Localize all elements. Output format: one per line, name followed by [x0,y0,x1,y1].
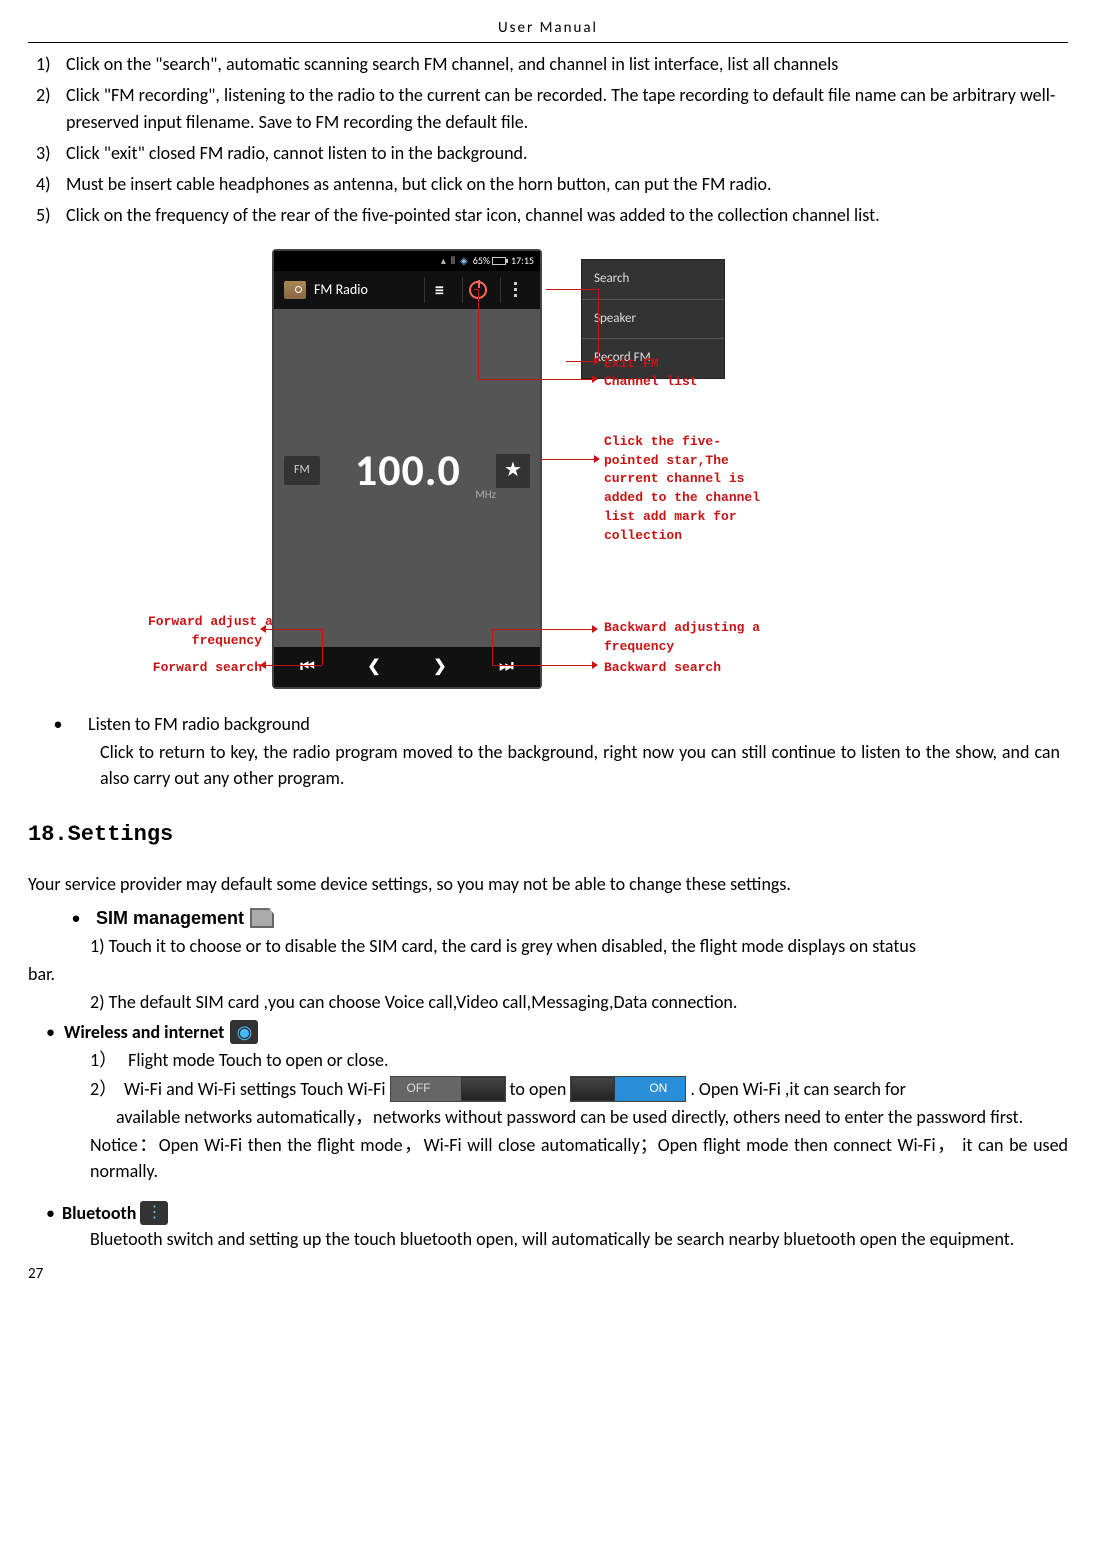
page-number: 27 [28,1264,1068,1286]
power-button[interactable] [462,277,492,303]
signal-icon: ▴ [441,254,446,269]
list-item: Must be insert cable headphones as anten… [28,171,1068,198]
sim-line2: 2) The default SIM card ,you can choose … [28,989,1068,1015]
next-search-button[interactable]: ⏭ [499,655,513,678]
listen-bg-body: Click to return to key, the radio progra… [100,739,1060,791]
list-item: Click on the frequency of the rear of th… [28,202,1068,229]
bullet-icon: • [28,711,88,737]
bars-icon: ⫴ [451,254,455,269]
wifi-text-c: . Open Wi-Fi ,it can search for [690,1076,906,1102]
menu-item-search[interactable]: Search [582,260,724,300]
callout-back-search: Backward search [604,659,721,678]
sim-icon [250,908,274,928]
wireless-heading: Wireless and internet [64,1019,224,1045]
list-item: Click on the "search", automatic scannin… [28,51,1068,78]
prev-search-button[interactable]: ⏮ [300,655,314,678]
sim-management-heading: SIM management [96,905,244,931]
menu-item-speaker[interactable]: Speaker [582,300,724,340]
channel-list-button[interactable] [424,277,454,303]
next-freq-button[interactable]: ❯ [433,655,446,678]
sim-line1: 1) Touch it to choose or to disable the … [28,933,1068,959]
toggle-on[interactable]: ON [570,1076,686,1102]
bluetooth-icon: ⋮ [140,1201,168,1225]
fm-badge: FM [284,456,320,485]
bullet-icon: • [62,905,90,931]
wireless-icon: ◈ [460,254,468,269]
menu-button[interactable] [500,277,530,303]
wifi-item-2: 2） Wi-Fi and Wi-Fi settings Touch Wi-Fi … [28,1076,1068,1102]
callout-fwd-adj: Forward adjust a frequency [148,613,262,651]
numbering: 1） [90,1047,124,1073]
callout-back-adj: Backward adjusting a frequency [604,619,760,657]
bullet-icon: • [46,1200,58,1226]
toggle-off[interactable]: OFF [390,1076,506,1102]
clock-time: 17:15 [511,254,534,269]
wifi-text-a: Wi-Fi and Wi-Fi settings Touch Wi-Fi [124,1076,386,1102]
section-18-heading: 18.Settings [28,819,1068,851]
battery-indicator: 65% [473,254,506,269]
frequency-value: 100.0 [328,439,488,503]
status-bar: ▴ ⫴ ◈ 65% 17:15 [274,251,540,271]
wifi-notice: Notice：Open Wi-Fi then the flight mode，W… [28,1132,1068,1184]
listen-bg-title: Listen to FM radio background [88,711,310,737]
sim-line1b: bar. [28,961,1068,987]
wifi-body: available networks automatically，network… [28,1104,1068,1130]
numbering: 2） [90,1076,124,1102]
bluetooth-heading: Bluetooth [62,1200,136,1226]
control-bar: ⏮ ❮ ❯ ⏭ [274,647,540,687]
callout-channel-list: Channel list [604,373,698,392]
list-item: Click "FM recording", listening to the r… [28,82,1068,136]
toggle-on-label: ON [649,1080,667,1097]
bluetooth-body: Bluetooth switch and setting up the touc… [28,1226,1068,1252]
list-item: Click "exit" closed FM radio, cannot lis… [28,140,1068,167]
callout-fwd-search: Forward search [148,659,262,678]
toggle-off-label: OFF [407,1080,431,1097]
bullet-icon: • [46,1019,58,1045]
flight-mode-text: Flight mode Touch to open or close. [128,1049,388,1071]
wifi-item-1: 1） Flight mode Touch to open or close. [28,1047,1068,1073]
wifi-icon: ◉ [230,1020,258,1044]
app-bar: FM Radio [274,271,540,309]
favorite-star-button[interactable]: ★ [496,454,530,488]
mhz-label: MHz [475,487,496,503]
callout-exit-fm: Exit FM [604,355,659,374]
battery-percent: 65% [473,254,490,269]
fm-radio-figure: ▴ ⫴ ◈ 65% 17:15 FM Radio FM [28,249,1068,689]
app-title: FM Radio [314,280,368,300]
settings-intro: Your service provider may default some d… [28,871,1068,897]
fm-display: FM 100.0 ★ MHz [274,309,540,647]
prev-freq-button[interactable]: ❮ [367,655,380,678]
fm-instructions-list: Click on the "search", automatic scannin… [28,51,1068,229]
wifi-text-b: to open [510,1076,567,1102]
callout-star: Click the five- pointed star,The current… [604,433,760,546]
phone-mockup: ▴ ⫴ ◈ 65% 17:15 FM Radio FM [272,249,542,689]
radio-icon [284,281,306,299]
page-header: User Manual [28,18,1068,43]
